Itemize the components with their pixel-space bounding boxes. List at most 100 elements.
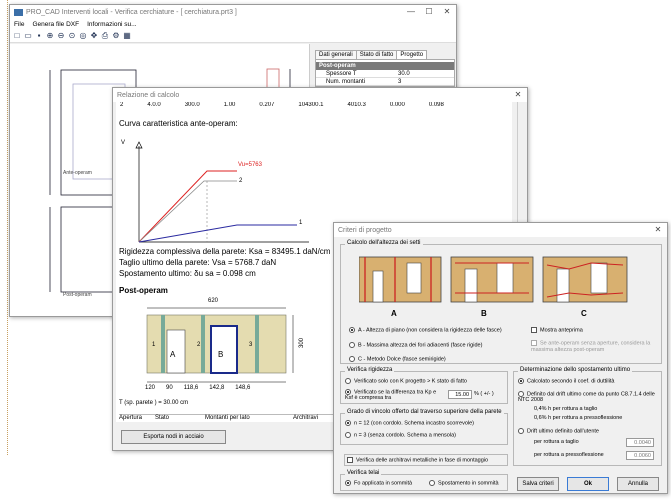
height-option-a[interactable]: A - Altezza di piano (non considera la r… bbox=[349, 327, 502, 333]
ante-no-openings-checkbox[interactable]: Se ante-operam senza aperture, considera… bbox=[531, 340, 659, 354]
zoom-all-icon[interactable]: ◎ bbox=[78, 31, 88, 41]
radio-icon[interactable] bbox=[518, 378, 524, 384]
radio-icon[interactable] bbox=[345, 389, 351, 395]
opening-b bbox=[210, 325, 238, 374]
ok-button[interactable]: Ok bbox=[567, 477, 609, 491]
menu-dxf[interactable]: Genera file DXF bbox=[32, 21, 79, 28]
save-icon[interactable]: ▪ bbox=[34, 31, 44, 41]
radio-icon[interactable] bbox=[345, 420, 351, 426]
height-option-c[interactable]: C - Metodo Dolce (fasce semirigide) bbox=[349, 356, 446, 362]
height-group: Calcolo dell'altezza dei setti A B C A -… bbox=[340, 240, 662, 364]
menu-info[interactable]: Informazioni su... bbox=[87, 21, 137, 28]
option-label: Drift ultimo definito dall'utente bbox=[527, 428, 599, 435]
radio-icon[interactable] bbox=[345, 480, 351, 486]
lintel-check-checkbox[interactable]: Verifica delle architravi metalliche in … bbox=[344, 454, 508, 466]
figure-label-b: B bbox=[481, 309, 487, 318]
curve-2-label: 2 bbox=[239, 178, 243, 184]
constraint-group-title: Grado di vincolo offerto dal traverso su… bbox=[345, 409, 504, 415]
tab-progetto[interactable]: Progetto bbox=[396, 50, 428, 59]
disp-option-user[interactable]: Drift ultimo definito dall'utente bbox=[518, 428, 599, 434]
criteria-window: Criteri di progetto ✕ Calcolo dell'altez… bbox=[333, 222, 668, 494]
tab-stato-di-fatto[interactable]: Stato di fatto bbox=[355, 50, 398, 59]
cell: 104300.1 bbox=[298, 102, 324, 108]
stiffness-option-1[interactable]: Verificato solo con K progetto > K stato… bbox=[345, 378, 467, 384]
user-bend-input[interactable]: 0.0060 bbox=[626, 451, 654, 460]
stiffness-input[interactable]: 15.00 bbox=[448, 390, 472, 399]
user-shear-input[interactable]: 0.0040 bbox=[626, 438, 654, 447]
radio-icon[interactable] bbox=[349, 327, 355, 333]
tab-dati-generali[interactable]: Dati generali bbox=[315, 50, 357, 59]
displacement-group-title: Determinazione dello spostamento ultimo bbox=[518, 367, 633, 373]
cancel-button[interactable]: Annulla bbox=[617, 477, 659, 491]
frame-option-displacement[interactable]: Spostamento in sommità bbox=[429, 480, 499, 486]
frame-group-title: Verifica telai bbox=[345, 470, 382, 476]
user-shear-label: per rottura a taglio bbox=[534, 439, 579, 445]
report-top-row: 2 4.0.0 300.0 1.00 0.207 104300.1 4010.3… bbox=[116, 102, 512, 109]
zoom-out-icon[interactable]: ⊖ bbox=[56, 31, 66, 41]
zoom-in-icon[interactable]: ⊕ bbox=[45, 31, 55, 41]
curve-1 bbox=[138, 224, 297, 243]
constraint-option-12[interactable]: n = 12 (con cordolo. Schema incastro sco… bbox=[345, 420, 474, 426]
checkbox-icon[interactable] bbox=[531, 327, 537, 333]
height-option-b[interactable]: B - Massima altezza dei fori adiacenti (… bbox=[349, 342, 482, 348]
option-label: Calcolato secondo il coef. di duttilità bbox=[527, 378, 615, 385]
radio-icon[interactable] bbox=[429, 480, 435, 486]
radio-icon[interactable] bbox=[345, 378, 351, 384]
settings-icon[interactable]: ⚙ bbox=[111, 31, 121, 41]
checkbox-icon[interactable] bbox=[347, 457, 353, 463]
print-icon[interactable]: ⎙ bbox=[100, 31, 110, 41]
cell: 4.0.0 bbox=[147, 102, 161, 108]
cell: 0.000 bbox=[389, 102, 405, 108]
option-label: Fo applicata in sommità bbox=[354, 480, 413, 487]
prop-value[interactable]: 30.0 bbox=[396, 70, 454, 77]
frame-post bbox=[201, 315, 205, 373]
minimize-icon[interactable]: — bbox=[402, 5, 420, 19]
display-icon[interactable]: ▦ bbox=[122, 31, 132, 41]
save-criteria-button[interactable]: Salva criteri bbox=[517, 477, 559, 491]
open-icon[interactable]: ▭ bbox=[23, 31, 33, 41]
height-method-figures bbox=[359, 256, 628, 303]
figure-label-a: A bbox=[391, 309, 397, 318]
figure-b bbox=[450, 256, 534, 303]
export-nodes-button[interactable]: Esporta nodi in acciaio bbox=[121, 430, 226, 444]
editor-border bbox=[7, 0, 8, 455]
new-icon[interactable]: □ bbox=[12, 31, 22, 41]
checkbox-icon[interactable] bbox=[531, 340, 537, 346]
close-icon[interactable]: ✕ bbox=[438, 5, 456, 19]
criteria-titlebar: Criteri di progetto ✕ bbox=[334, 223, 667, 237]
ante-label: Ante-operam bbox=[63, 170, 92, 176]
radio-icon[interactable] bbox=[518, 428, 524, 434]
menu-file[interactable]: File bbox=[14, 21, 24, 28]
user-bend-label: per rottura a pressoflessione bbox=[534, 452, 604, 458]
pan-icon[interactable]: ✥ bbox=[89, 31, 99, 41]
disp-option-ductility[interactable]: Calcolato secondo il coef. di duttilità bbox=[518, 378, 614, 384]
option-label: Verificato se la differenza tra Kp e Ksf… bbox=[345, 389, 437, 402]
axis-v-label: V bbox=[121, 140, 126, 146]
prop-value[interactable]: 3 bbox=[396, 78, 454, 85]
constraint-option-3[interactable]: n = 3 (senza cordolo. Schema a mensola) bbox=[345, 432, 456, 438]
show-preview-checkbox[interactable]: Mostra anteprima bbox=[531, 327, 583, 333]
post-operam-section[interactable]: Post-operam bbox=[316, 62, 454, 70]
frame-option-force[interactable]: Fo applicata in sommità bbox=[345, 480, 412, 486]
disp-option-ntc[interactable]: Definito dal drift ultimo come da punto … bbox=[518, 391, 658, 403]
stiffness-group-title: Verifica rigidezza bbox=[345, 367, 395, 373]
cell: 2 bbox=[120, 102, 124, 108]
stiffness-unit: % ( +/- ) bbox=[474, 391, 494, 397]
maximize-icon[interactable]: ☐ bbox=[420, 5, 438, 19]
pier-label: 2 bbox=[197, 342, 201, 348]
property-panel: Dati generali Stato di fatto Progetto Po… bbox=[315, 50, 455, 90]
radio-icon[interactable] bbox=[345, 432, 351, 438]
stiffness-option-2[interactable]: Verificato se la differenza tra Kp e Ksf… bbox=[345, 389, 445, 401]
close-icon[interactable]: ✕ bbox=[649, 223, 667, 237]
vu-label: Vu=5763 bbox=[238, 162, 262, 168]
cell: 0.098 bbox=[428, 102, 444, 108]
dim-value: 142,8 bbox=[209, 385, 225, 391]
menu-bar: File Genera file DXF Informazioni su... bbox=[10, 19, 456, 30]
radio-icon[interactable] bbox=[349, 356, 355, 362]
radio-icon[interactable] bbox=[518, 391, 524, 397]
displacement-group: Determinazione dello spostamento ultimo … bbox=[513, 367, 662, 466]
radio-icon[interactable] bbox=[349, 342, 355, 348]
option-label: A - Altezza di piano (non considera la r… bbox=[358, 327, 502, 334]
zoom-window-icon[interactable]: ⊙ bbox=[67, 31, 77, 41]
close-icon[interactable]: ✕ bbox=[509, 88, 527, 102]
